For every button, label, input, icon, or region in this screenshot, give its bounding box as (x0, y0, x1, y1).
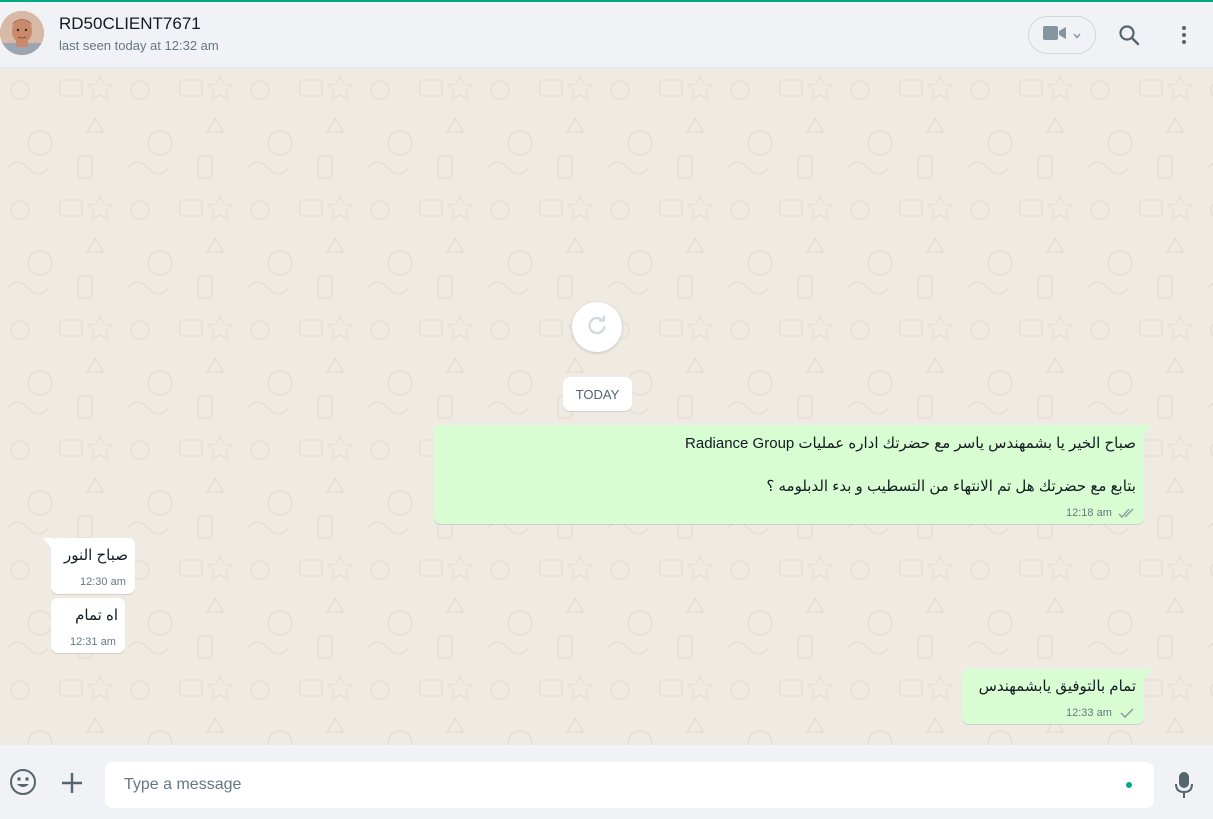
message-input-container[interactable] (105, 762, 1154, 808)
input-status-dot (1126, 782, 1132, 788)
chevron-down-icon (1073, 26, 1081, 44)
message-time: 12:30 am (80, 576, 126, 588)
video-call-button[interactable] (1028, 16, 1096, 54)
menu-icon[interactable] (1171, 22, 1197, 48)
bubble-tail (1142, 669, 1152, 681)
single-check-icon (1120, 708, 1134, 718)
message-text: صباح الخير يا بشمهندس ياسر مع حضرتك ادار… (685, 435, 1136, 452)
bubble-tail (43, 538, 53, 550)
date-divider: TODAY (563, 377, 632, 411)
chat-header: RD50CLIENT7671 last seen today at 12:32 … (0, 2, 1213, 68)
load-older-messages-button[interactable] (572, 302, 622, 352)
message-time: 12:33 am (1066, 707, 1112, 719)
whatsapp-chat-window: RD50CLIENT7671 last seen today at 12:32 … (0, 0, 1213, 819)
message-input[interactable] (105, 762, 1105, 808)
message-text: تمام بالتوفيق يابشمهندس (978, 678, 1136, 695)
outgoing-message[interactable]: صباح الخير يا بشمهندس ياسر مع حضرتك ادار… (434, 425, 1152, 524)
incoming-message[interactable]: اه تمام 12:31 am (51, 598, 125, 653)
message-composer (0, 745, 1213, 819)
video-call-icon (1043, 25, 1067, 46)
avatar[interactable] (0, 11, 44, 55)
refresh-icon (586, 314, 608, 341)
mic-icon[interactable] (1170, 770, 1198, 800)
incoming-message[interactable]: صباح النور 12:30 am (43, 538, 135, 594)
emoji-icon[interactable] (8, 767, 38, 797)
contact-name[interactable]: RD50CLIENT7671 (59, 14, 201, 34)
chat-message-area[interactable]: TODAY صباح الخير يا بشمهندس ياسر مع حضرت… (0, 68, 1213, 745)
bubble-tail (1142, 425, 1152, 437)
double-check-icon (1118, 508, 1134, 518)
message-text: صباح النور (64, 547, 128, 564)
avatar-photo (0, 11, 44, 55)
message-text: بتابع مع حضرتك هل تم الانتهاء من التسطيب… (766, 478, 1136, 495)
outgoing-message[interactable]: تمام بالتوفيق يابشمهندس 12:33 am (962, 669, 1152, 724)
search-icon[interactable] (1116, 22, 1142, 48)
message-time: 12:18 am (1066, 507, 1112, 519)
attach-icon[interactable] (58, 769, 86, 797)
message-time: 12:31 am (70, 636, 116, 648)
message-text: اه تمام (75, 607, 118, 624)
contact-last-seen: last seen today at 12:32 am (59, 38, 219, 53)
